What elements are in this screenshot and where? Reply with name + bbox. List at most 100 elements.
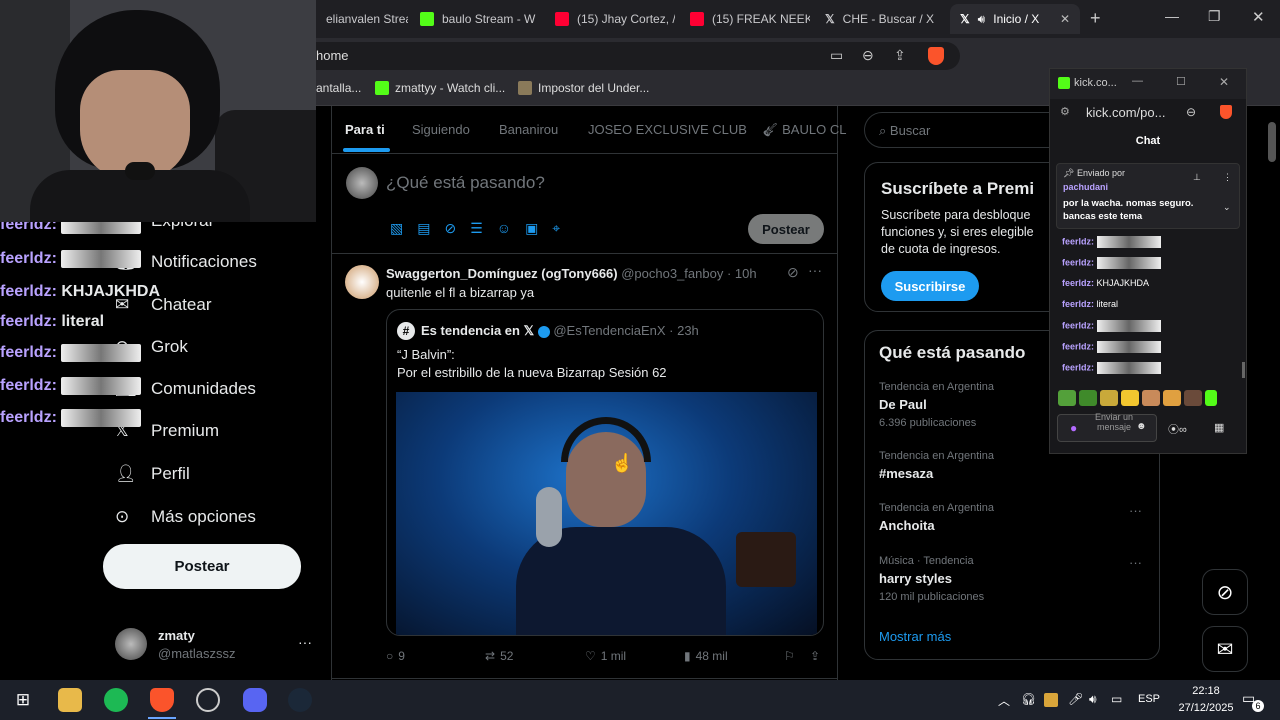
post-author-name[interactable]: Swaggerton_Domínguez (ogTony666) — [386, 266, 618, 281]
popup-scrollbar[interactable] — [1242, 362, 1245, 378]
close-window-icon[interactable]: ✕ — [1252, 8, 1265, 26]
language-indicator[interactable]: ESP — [1138, 693, 1160, 705]
browser-tab[interactable]: (15) Jhay Cortez, / — [545, 4, 675, 34]
discord-icon[interactable] — [243, 688, 267, 712]
zoom-icon[interactable]: ⊖ — [862, 47, 874, 64]
new-tab-icon[interactable]: + — [1090, 8, 1101, 29]
post-button[interactable]: Postear — [103, 544, 301, 589]
gif-icon[interactable]: ▤ — [417, 220, 430, 237]
tab-para-ti[interactable]: Para ti — [345, 122, 385, 137]
tray-chevron-icon[interactable]: ︿ — [998, 692, 1010, 709]
more-icon[interactable]: ··· — [1129, 503, 1142, 518]
more-icon[interactable]: ··· — [1129, 555, 1142, 570]
chat-input[interactable]: ● Enviar un mensaje ☻ — [1057, 412, 1157, 442]
image-icon[interactable]: ▧ — [390, 220, 403, 237]
share-icon[interactable]: ⇪ — [894, 47, 906, 64]
trend-item[interactable]: Tendencia en Argentina #mesaza — [879, 450, 994, 481]
grok-icon[interactable]: ⊘ — [787, 264, 799, 281]
site-info-icon[interactable]: ⚙ — [1060, 105, 1070, 118]
avatar[interactable] — [345, 265, 379, 299]
emote-icon[interactable] — [1205, 390, 1217, 406]
bookmark[interactable]: antalla... — [316, 81, 361, 95]
page-scrollbar[interactable] — [1268, 122, 1276, 162]
tray-app-icon[interactable] — [1044, 693, 1058, 707]
composer-input[interactable]: ¿Qué está pasando? — [386, 173, 545, 193]
tab-baulo[interactable]: 🎸︎ BAULO CL — [762, 122, 846, 138]
trend-item[interactable]: Tendencia en Argentina De Paul 6.396 publi… — [879, 381, 994, 429]
unpin-icon[interactable]: ⊥ — [1193, 172, 1201, 183]
emote-icon[interactable] — [1100, 390, 1118, 406]
bookmark[interactable]: Impostor del Under... — [518, 81, 649, 95]
emote-icon[interactable] — [1079, 390, 1097, 406]
maximize-icon[interactable]: ❐ — [1208, 8, 1221, 25]
trend-item[interactable]: Música · Tendencia harry styles 120 mil pu… — [879, 555, 984, 603]
network-icon[interactable]: ▭ — [1111, 692, 1122, 706]
clock-time[interactable]: 22:18 — [1170, 685, 1242, 697]
browser-tab-active[interactable]: 𝕏 🔊︎ Inicio / X ✕ — [950, 4, 1080, 34]
emote-icon[interactable] — [1121, 390, 1139, 406]
brave-shield-icon[interactable] — [928, 47, 944, 65]
obs-icon[interactable] — [196, 688, 220, 712]
search-input[interactable]: ⌕ Buscar — [864, 112, 1074, 148]
avatar[interactable] — [115, 628, 147, 660]
nav-mas-opciones[interactable]: ⊙ Más opciones — [115, 507, 256, 527]
share-icon[interactable]: ⇪ — [810, 649, 820, 663]
more-icon[interactable]: ··· — [808, 262, 822, 278]
brave-browser-icon[interactable] — [150, 688, 174, 712]
emote-icon[interactable] — [1142, 390, 1160, 406]
tab-bananirou[interactable]: Bananirou — [499, 122, 558, 137]
headset-icon[interactable]: 🎧︎ — [1021, 692, 1036, 706]
browser-tab[interactable]: baulo Stream - W — [410, 4, 540, 34]
grok-icon[interactable]: ⊘ — [444, 220, 456, 237]
emoji-icon[interactable]: ☻ — [1136, 421, 1147, 432]
gift-icon[interactable]: ⦿∞ — [1168, 421, 1187, 437]
microphone-icon[interactable]: 🎤︎ — [1068, 692, 1083, 706]
video-thumbnail[interactable] — [396, 392, 817, 635]
location-icon[interactable]: ⌖ — [552, 220, 560, 237]
subscribe-button[interactable]: Suscribirse — [881, 271, 979, 301]
cast-icon[interactable]: ▭ — [830, 47, 843, 64]
poll-icon[interactable]: ☰ — [470, 220, 483, 237]
browser-tab[interactable]: 𝕏 CHE - Buscar / X — [815, 4, 945, 34]
tab-joseo[interactable]: JOSEO EXCLUSIVE CLUB — [588, 122, 747, 137]
steam-icon[interactable] — [288, 688, 312, 712]
schedule-icon[interactable]: ▣ — [525, 220, 538, 237]
close-icon[interactable]: ✕ — [1060, 12, 1070, 26]
like-button[interactable]: ♡ 1 mil — [585, 649, 626, 663]
bookmark-icon[interactable]: ⚐ — [784, 649, 795, 663]
composer-post-button[interactable]: Postear — [748, 214, 824, 244]
zoom-icon[interactable]: ⊖ — [1186, 105, 1196, 119]
more-icon[interactable]: ··· — [298, 634, 312, 650]
emote-icon[interactable] — [1163, 390, 1181, 406]
messages-float-icon[interactable]: ✉ — [1202, 626, 1248, 672]
repost-button[interactable]: ⇄ 52 — [485, 649, 513, 663]
minimize-icon[interactable]: — — [1165, 8, 1179, 24]
tab-siguiendo[interactable]: Siguiendo — [412, 122, 470, 137]
clock-date[interactable]: 27/12/2025 — [1168, 702, 1244, 714]
volume-icon[interactable]: 🔊︎ — [1089, 692, 1097, 707]
windows-start-icon[interactable]: ⊞ — [11, 688, 35, 712]
popup-url[interactable]: kick.com/po... — [1086, 105, 1165, 120]
emote-icon[interactable] — [1058, 390, 1076, 406]
show-more-link[interactable]: Mostrar más — [879, 629, 951, 644]
browser-tab[interactable]: elianvalen Strea✕ — [316, 4, 408, 34]
file-explorer-icon[interactable] — [58, 688, 82, 712]
mic-icon[interactable]: ● — [1070, 421, 1077, 435]
brave-shield-icon[interactable] — [1220, 105, 1232, 119]
nav-perfil[interactable]: 👤︎ Perfil — [115, 464, 190, 484]
grok-float-icon[interactable]: ⊘ — [1202, 569, 1248, 615]
close-icon[interactable]: ✕ — [1219, 75, 1229, 89]
views-button[interactable]: ▮ 48 mil — [684, 649, 728, 663]
bookmark[interactable]: zmattyy - Watch cli... — [375, 81, 505, 95]
spotify-icon[interactable] — [104, 688, 128, 712]
reply-button[interactable]: ○ 9 — [386, 649, 405, 663]
browser-tab[interactable]: (15) FREAK NEEK — [680, 4, 810, 34]
trend-item[interactable]: Tendencia en Argentina Anchoita — [879, 502, 994, 533]
emoji-icon[interactable]: ☺ — [497, 220, 511, 237]
maximize-icon[interactable]: ☐ — [1176, 75, 1186, 88]
chevron-down-icon[interactable]: ⌄ — [1223, 202, 1231, 213]
emote-icon[interactable] — [1184, 390, 1202, 406]
kebab-icon[interactable]: ⋮ — [1223, 172, 1232, 183]
quoted-post[interactable]: # Es tendencia en 𝕏 @EsTendenciaEnX · 23… — [386, 309, 824, 636]
shop-icon[interactable]: ▦ — [1214, 421, 1224, 434]
